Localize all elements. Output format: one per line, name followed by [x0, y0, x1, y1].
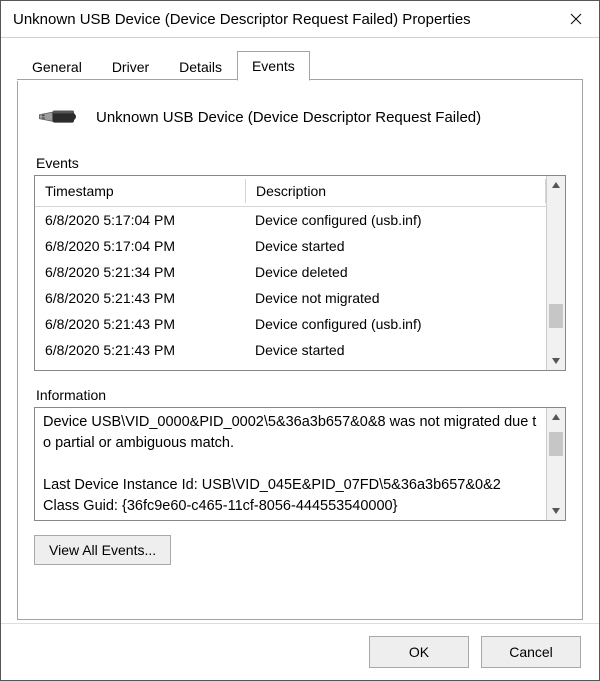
event-row[interactable]: 6/8/2020 5:21:43 PMDevice not migrated [35, 285, 546, 311]
event-row[interactable]: 6/8/2020 5:21:43 PMDevice started [35, 337, 546, 363]
information-text: Device USB\VID_0000&PID_0002\5&36a3b657&… [35, 408, 546, 520]
dialog-footer: OK Cancel [1, 623, 599, 680]
col-header-description[interactable]: Description [246, 179, 546, 203]
event-timestamp: 6/8/2020 5:21:43 PM [35, 340, 245, 360]
tab-events[interactable]: Events [237, 51, 310, 81]
event-description: Device not migrated [245, 288, 546, 308]
properties-dialog: Unknown USB Device (Device Descriptor Re… [0, 0, 600, 681]
event-timestamp: 6/8/2020 5:21:43 PM [35, 314, 245, 334]
device-name: Unknown USB Device (Device Descriptor Re… [96, 109, 481, 126]
scroll-down-icon[interactable] [547, 352, 565, 370]
scroll-down-icon[interactable] [547, 502, 565, 520]
event-timestamp: 6/8/2020 5:21:34 PM [35, 262, 245, 282]
tab-driver[interactable]: Driver [97, 52, 164, 81]
event-description: Device configured (usb.inf) [245, 314, 546, 334]
tab-general[interactable]: General [17, 52, 97, 81]
events-list[interactable]: Timestamp Description 6/8/2020 5:17:04 P… [34, 175, 566, 371]
dialog-body: GeneralDriverDetailsEvents Unknown USB D… [1, 38, 599, 620]
tab-panel-events: Unknown USB Device (Device Descriptor Re… [17, 80, 583, 620]
close-icon[interactable] [553, 1, 599, 37]
events-header[interactable]: Timestamp Description [35, 176, 546, 207]
information-box[interactable]: Device USB\VID_0000&PID_0002\5&36a3b657&… [34, 407, 566, 521]
event-row[interactable]: 6/8/2020 5:17:04 PMDevice started [35, 233, 546, 259]
window-controls [553, 1, 599, 37]
device-header: Unknown USB Device (Device Descriptor Re… [38, 102, 562, 133]
event-description: Device deleted [245, 262, 546, 282]
scroll-up-icon[interactable] [547, 408, 565, 426]
event-row[interactable]: 6/8/2020 5:17:04 PMDevice configured (us… [35, 207, 546, 233]
event-description: Device configured (usb.inf) [245, 210, 546, 230]
events-scrollbar[interactable] [546, 176, 565, 370]
scrollbar-thumb[interactable] [549, 304, 563, 328]
titlebar: Unknown USB Device (Device Descriptor Re… [1, 1, 599, 38]
event-row[interactable]: 6/8/2020 5:21:43 PMDevice configured (us… [35, 311, 546, 337]
view-all-events-button[interactable]: View All Events... [34, 535, 171, 565]
cancel-button[interactable]: Cancel [481, 636, 581, 668]
event-timestamp: 6/8/2020 5:17:04 PM [35, 210, 245, 230]
event-timestamp: 6/8/2020 5:17:04 PM [35, 236, 245, 256]
usb-device-icon [38, 102, 78, 133]
ok-button[interactable]: OK [369, 636, 469, 668]
information-label: Information [36, 387, 566, 403]
tab-details[interactable]: Details [164, 52, 237, 81]
event-description: Device started [245, 236, 546, 256]
info-scrollbar[interactable] [546, 408, 565, 520]
scroll-up-icon[interactable] [547, 176, 565, 194]
col-header-timestamp[interactable]: Timestamp [35, 179, 246, 203]
event-row[interactable]: 6/8/2020 5:21:34 PMDevice deleted [35, 259, 546, 285]
tab-strip: GeneralDriverDetailsEvents [17, 50, 583, 80]
scrollbar-thumb[interactable] [549, 432, 563, 456]
event-description: Device started [245, 340, 546, 360]
event-timestamp: 6/8/2020 5:21:43 PM [35, 288, 245, 308]
window-title: Unknown USB Device (Device Descriptor Re… [13, 11, 471, 28]
events-label: Events [36, 155, 566, 171]
